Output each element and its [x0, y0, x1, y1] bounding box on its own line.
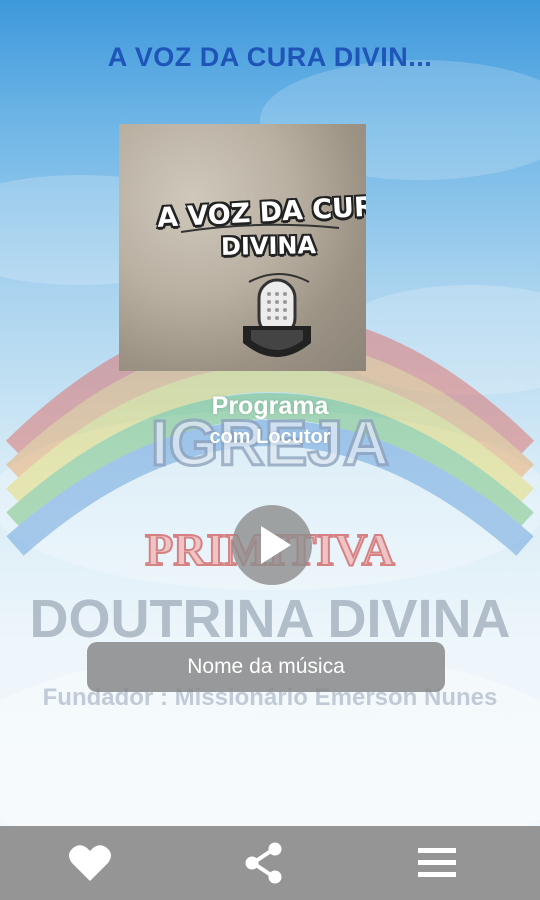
- play-icon: [261, 526, 291, 564]
- program-title: Programa: [211, 392, 329, 420]
- menu-button[interactable]: [392, 826, 482, 900]
- heart-icon: [69, 845, 111, 881]
- program-cover-image: A VOZ DA CUR DIVINA: [119, 124, 366, 371]
- menu-icon: [418, 848, 456, 877]
- bottom-nav-bar: [0, 826, 540, 900]
- play-button[interactable]: [232, 505, 312, 585]
- share-button[interactable]: [219, 826, 309, 900]
- share-icon: [245, 842, 282, 884]
- microphone-icon: [243, 278, 311, 357]
- favorite-button[interactable]: [45, 826, 135, 900]
- now-playing-song: Nome da música: [87, 642, 445, 692]
- logo-word-doutrina: DOUTRINA DIVINA: [30, 589, 511, 649]
- app-title: A VOZ DA CURA DIVIN...: [107, 42, 433, 72]
- program-subtitle: com Locutor: [209, 426, 331, 448]
